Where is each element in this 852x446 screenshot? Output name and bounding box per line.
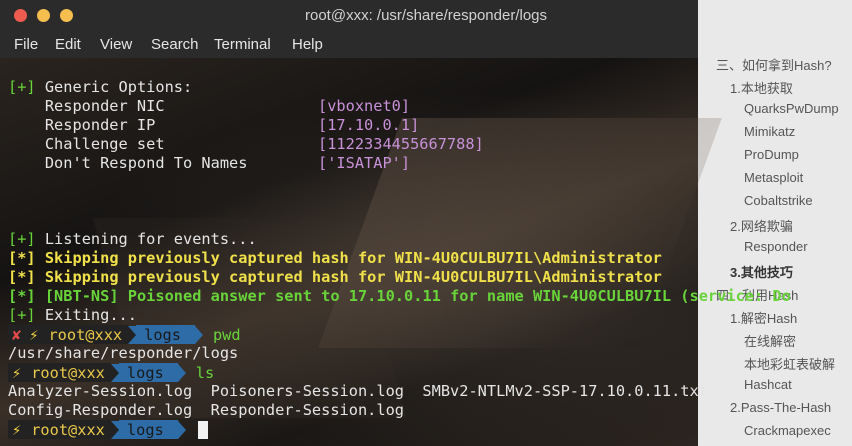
status-tag: [*] xyxy=(8,287,36,305)
generic-options-text: Generic Options: xyxy=(35,78,193,96)
option-label: Challenge set xyxy=(8,135,165,153)
outline-item[interactable]: 1.本地获取 xyxy=(730,78,793,97)
powerline-separator-icon xyxy=(177,363,186,382)
option-line-dont-respond: Don't Respond To Names xyxy=(8,154,248,173)
menu-view[interactable]: View xyxy=(100,36,132,53)
outline-item[interactable]: Cobaltstrike xyxy=(744,193,813,208)
outline-item[interactable]: Hashcat xyxy=(744,377,792,392)
ls-output-row: Analyzer-Session.log Poisoners-Session.l… xyxy=(8,382,708,400)
option-value-challenge: [1122334455667788] xyxy=(318,135,484,153)
powerline-separator-icon xyxy=(177,420,186,439)
option-label: Don't Respond To Names xyxy=(8,154,248,172)
terminal-output[interactable]: [+] Generic Options: Responder NIC [vbox… xyxy=(0,58,791,446)
outline-item[interactable]: 三、如何拿到Hash? xyxy=(716,55,832,74)
output-line: [*] [NBT-NS] Poisoned answer sent to 17.… xyxy=(8,287,791,306)
root-lightning-icon: ⚡ xyxy=(29,325,39,344)
root-lightning-icon: ⚡ xyxy=(12,420,22,439)
output-line: [*] Skipping previously captured hash fo… xyxy=(8,268,662,287)
status-tag: [+] xyxy=(8,306,36,324)
menu-help[interactable]: Help xyxy=(292,36,323,53)
outline-item[interactable]: 2.网络欺骗 xyxy=(730,216,793,235)
option-label: Responder IP xyxy=(8,116,156,134)
menu-file[interactable]: File xyxy=(14,36,38,53)
output-line: [+] Listening for events... xyxy=(8,230,257,249)
powerline-separator-icon xyxy=(110,420,119,439)
output-text: Exiting... xyxy=(35,306,137,324)
prompt-context-segment: ⚡ root@xxx xyxy=(8,363,111,382)
typed-command: pwd xyxy=(212,325,241,344)
window-title: root@xxx: /usr/share/responder/logs xyxy=(305,7,547,24)
title-bar[interactable]: root@xxx: /usr/share/responder/logs xyxy=(0,0,698,32)
outline-item[interactable]: 本地彩虹表破解 xyxy=(744,354,835,373)
option-value-ip: [17.10.0.1] xyxy=(318,116,420,134)
root-lightning-icon: ⚡ xyxy=(12,363,22,382)
option-line-nic: Responder NIC xyxy=(8,97,165,116)
outline-item[interactable]: 1.解密Hash xyxy=(730,308,797,327)
powerline-separator-icon xyxy=(194,325,203,344)
menu-search[interactable]: Search xyxy=(151,36,199,53)
output-text: [NBT-NS] Poisoned answer sent to 17.10.0… xyxy=(35,287,791,305)
powerline-separator-icon xyxy=(110,363,119,382)
outline-item[interactable]: Crackmapexec xyxy=(744,423,831,438)
status-tag: [*] xyxy=(8,249,36,267)
prompt-dir: logs xyxy=(118,363,178,382)
outline-item[interactable]: 在线解密 xyxy=(744,331,796,350)
menu-bar: File Edit View Search Terminal Help xyxy=(0,32,698,58)
shell-prompt: ⚡ root@xxx logs ls xyxy=(8,363,214,382)
option-value-nic: [vboxnet0] xyxy=(318,97,411,115)
shell-prompt: ⚡ root@xxx logs xyxy=(8,420,208,439)
status-tag: [*] xyxy=(8,268,36,286)
outline-item[interactable]: Metasploit xyxy=(744,170,803,185)
output-text: Listening for events... xyxy=(35,230,257,248)
status-tag: [+] xyxy=(8,230,36,248)
background-outline-panel: 三、如何拿到Hash? 1.本地获取 QuarksPwDump Mimikatz… xyxy=(698,0,852,446)
prompt-dir: logs xyxy=(136,325,195,344)
outline-item[interactable]: 3.其他技巧 xyxy=(730,262,793,281)
powerline-separator-icon xyxy=(128,325,137,344)
prompt-user: root@xxx xyxy=(31,363,105,382)
menu-terminal[interactable]: Terminal xyxy=(214,36,271,53)
text-cursor[interactable] xyxy=(197,420,208,439)
prompt-context-segment: ✘ ⚡ root@xxx xyxy=(8,325,129,344)
prompt-user: root@xxx xyxy=(48,325,123,344)
error-status-icon: ✘ xyxy=(12,325,22,344)
prompt-dir: logs xyxy=(118,420,178,439)
outline-item[interactable]: ProDump xyxy=(744,147,799,162)
menu-edit[interactable]: Edit xyxy=(55,36,81,53)
outline-item[interactable]: QuarksPwDump xyxy=(744,101,839,116)
output-line: [*] Skipping previously captured hash fo… xyxy=(8,249,662,268)
option-line-ip: Responder IP xyxy=(8,116,156,135)
outline-item[interactable]: 2.Pass-The-Hash xyxy=(730,400,831,415)
typed-command: ls xyxy=(195,363,215,382)
output-line: [+] Generic Options: xyxy=(8,78,193,96)
option-label: Responder NIC xyxy=(8,97,165,115)
output-text: Skipping previously captured hash for WI… xyxy=(35,268,662,286)
output-text: Skipping previously captured hash for WI… xyxy=(35,249,662,267)
prompt-user: root@xxx xyxy=(31,420,105,439)
shell-prompt: ✘ ⚡ root@xxx logs pwd xyxy=(8,325,241,344)
option-value-dont-respond: ['ISATAP'] xyxy=(318,154,411,172)
pwd-output: /usr/share/responder/logs xyxy=(8,344,239,362)
terminal-window: root@xxx: /usr/share/responder/logs File… xyxy=(0,0,791,446)
ls-output-row: Config-Responder.log Responder-Session.l… xyxy=(8,401,405,419)
outline-item[interactable]: Mimikatz xyxy=(744,124,795,139)
output-line: [+] Exiting... xyxy=(8,306,137,325)
option-line-challenge: Challenge set xyxy=(8,135,165,154)
prompt-context-segment: ⚡ root@xxx xyxy=(8,420,111,439)
outline-item[interactable]: Responder xyxy=(744,239,808,254)
